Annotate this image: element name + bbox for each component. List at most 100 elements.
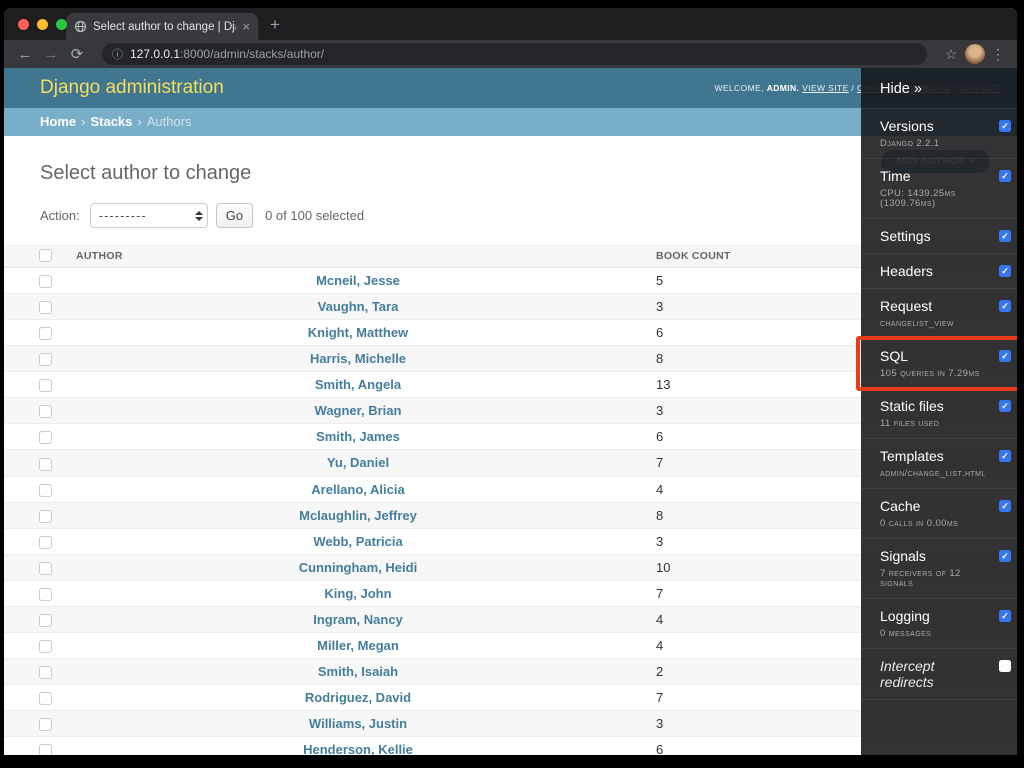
panel-checkbox[interactable]: ✓	[999, 450, 1011, 462]
row-checkbox[interactable]	[39, 561, 52, 575]
panel-title[interactable]: Settings	[880, 228, 991, 244]
chrome-menu-icon[interactable]: ⋮	[989, 46, 1007, 63]
debug-toolbar-panel[interactable]: Headers ✓	[861, 254, 1017, 289]
address-bar[interactable]: ⓘ 127.0.0.1:8000/admin/stacks/author/	[102, 43, 927, 65]
debug-toolbar-hide-button[interactable]: Hide »	[861, 68, 1017, 109]
debug-toolbar-panel[interactable]: Settings ✓	[861, 219, 1017, 254]
new-tab-button[interactable]: +	[270, 15, 280, 35]
panel-checkbox[interactable]: ✓	[999, 265, 1011, 277]
panel-checkbox[interactable]: ✓	[999, 350, 1011, 362]
breadcrumb-stacks-link[interactable]: Stacks	[90, 114, 132, 129]
row-checkbox[interactable]	[39, 431, 52, 445]
window-controls[interactable]	[18, 19, 67, 30]
row-checkbox[interactable]	[39, 666, 52, 679]
panel-subtitle: changelist_view	[880, 318, 954, 329]
row-checkbox[interactable]	[39, 275, 52, 289]
go-button[interactable]: Go	[215, 203, 254, 228]
view-site-link[interactable]: VIEW SITE	[802, 83, 849, 93]
author-link[interactable]: Mcneil, Jesse	[316, 273, 400, 288]
debug-toolbar-panel[interactable]: Templates admin/change_list.html ✓	[861, 439, 1017, 489]
author-link[interactable]: Vaughn, Tara	[318, 299, 399, 314]
author-link[interactable]: Smith, James	[316, 429, 400, 444]
author-link[interactable]: Harris, Michelle	[310, 351, 406, 366]
row-checkbox[interactable]	[39, 483, 52, 497]
author-link[interactable]: Ingram, Nancy	[313, 612, 403, 627]
breadcrumb-current: Authors	[146, 114, 192, 129]
debug-toolbar-panel[interactable]: Logging 0 messages ✓	[861, 599, 1017, 649]
panel-checkbox[interactable]: ✓	[999, 120, 1011, 132]
column-header-author[interactable]: AUTHOR	[68, 244, 648, 268]
author-link[interactable]: Knight, Matthew	[308, 325, 408, 340]
panel-title[interactable]: Signals	[880, 548, 991, 564]
author-link[interactable]: Webb, Patricia	[313, 534, 402, 549]
select-all-checkbox[interactable]	[39, 249, 52, 262]
row-checkbox[interactable]	[39, 353, 52, 367]
active-tab[interactable]: Select author to change | Djang ×	[66, 13, 258, 40]
panel-checkbox[interactable]	[999, 660, 1011, 672]
row-checkbox[interactable]	[39, 744, 52, 755]
profile-avatar[interactable]	[965, 44, 985, 64]
row-checkbox[interactable]	[39, 639, 52, 653]
row-checkbox[interactable]	[39, 509, 52, 523]
row-checkbox[interactable]	[39, 587, 52, 601]
row-checkbox[interactable]	[39, 535, 52, 549]
panel-checkbox[interactable]: ✓	[999, 230, 1011, 242]
author-link[interactable]: Smith, Isaiah	[318, 664, 398, 679]
panel-title[interactable]: Request	[880, 298, 991, 314]
row-checkbox[interactable]	[39, 327, 52, 341]
row-checkbox[interactable]	[39, 692, 52, 706]
panel-title[interactable]: Time	[880, 168, 991, 184]
panel-title[interactable]: Static files	[880, 398, 991, 414]
tab-close-icon[interactable]: ×	[242, 20, 250, 33]
debug-toolbar-panel[interactable]: Request changelist_view ✓	[861, 289, 1017, 339]
panel-title[interactable]: Logging	[880, 608, 991, 624]
panel-title[interactable]: Cache	[880, 498, 991, 514]
author-link[interactable]: Miller, Megan	[317, 638, 399, 653]
author-link[interactable]: Yu, Daniel	[327, 455, 389, 470]
reload-icon[interactable]: ⟳	[66, 45, 88, 63]
author-link[interactable]: King, John	[324, 586, 391, 601]
panel-checkbox[interactable]: ✓	[999, 170, 1011, 182]
author-link[interactable]: Smith, Angela	[315, 377, 401, 392]
panel-checkbox[interactable]: ✓	[999, 610, 1011, 622]
close-window-button[interactable]	[18, 19, 29, 30]
bookmark-star-icon[interactable]: ☆	[941, 46, 961, 63]
row-checkbox[interactable]	[39, 718, 52, 732]
author-link[interactable]: Arellano, Alicia	[311, 482, 404, 497]
debug-toolbar-panel[interactable]: Signals 7 receivers of 12 signals ✓	[861, 539, 1017, 599]
debug-toolbar-panel[interactable]: Versions Django 2.2.1 ✓	[861, 109, 1017, 159]
row-checkbox[interactable]	[39, 613, 52, 627]
panel-title[interactable]: Templates	[880, 448, 991, 464]
panel-title[interactable]: SQL	[880, 348, 991, 364]
panel-checkbox[interactable]: ✓	[999, 400, 1011, 412]
author-link[interactable]: Henderson, Kellie	[303, 742, 413, 755]
author-link[interactable]: Mclaughlin, Jeffrey	[299, 508, 417, 523]
maximize-window-button[interactable]	[56, 19, 67, 30]
back-icon[interactable]: ←	[14, 46, 36, 63]
row-checkbox[interactable]	[39, 301, 52, 315]
debug-toolbar-panel[interactable]: Cache 0 calls in 0.00ms ✓	[861, 489, 1017, 539]
panel-title[interactable]: Intercept redirects	[880, 658, 991, 690]
row-checkbox[interactable]	[39, 379, 52, 393]
panel-checkbox[interactable]: ✓	[999, 300, 1011, 312]
panel-checkbox[interactable]: ✓	[999, 550, 1011, 562]
row-checkbox[interactable]	[39, 405, 52, 419]
panel-title[interactable]: Versions	[880, 118, 991, 134]
author-link[interactable]: Rodriguez, David	[305, 690, 411, 705]
debug-toolbar-panel[interactable]: Intercept redirects	[861, 649, 1017, 700]
minimize-window-button[interactable]	[37, 19, 48, 30]
debug-toolbar-panel[interactable]: Time CPU: 1439.25ms (1309.76ms) ✓	[861, 159, 1017, 219]
forward-icon[interactable]: →	[40, 46, 62, 63]
breadcrumb-home-link[interactable]: Home	[40, 114, 76, 129]
author-link[interactable]: Williams, Justin	[309, 716, 407, 731]
author-link[interactable]: Wagner, Brian	[315, 403, 402, 418]
debug-toolbar-panel[interactable]: SQL 105 queries in 7.29ms ✓	[856, 336, 1017, 391]
site-info-icon[interactable]: ⓘ	[112, 46, 123, 62]
debug-toolbar-panel[interactable]: Static files 11 files used ✓	[861, 389, 1017, 439]
panel-checkbox[interactable]: ✓	[999, 500, 1011, 512]
action-select[interactable]: ---------	[89, 203, 208, 228]
row-checkbox[interactable]	[39, 457, 52, 471]
panel-title[interactable]: Headers	[880, 263, 991, 279]
author-link[interactable]: Cunningham, Heidi	[299, 560, 417, 575]
browser-toolbar: ← → ⟳ ⓘ 127.0.0.1:8000/admin/stacks/auth…	[4, 40, 1017, 68]
